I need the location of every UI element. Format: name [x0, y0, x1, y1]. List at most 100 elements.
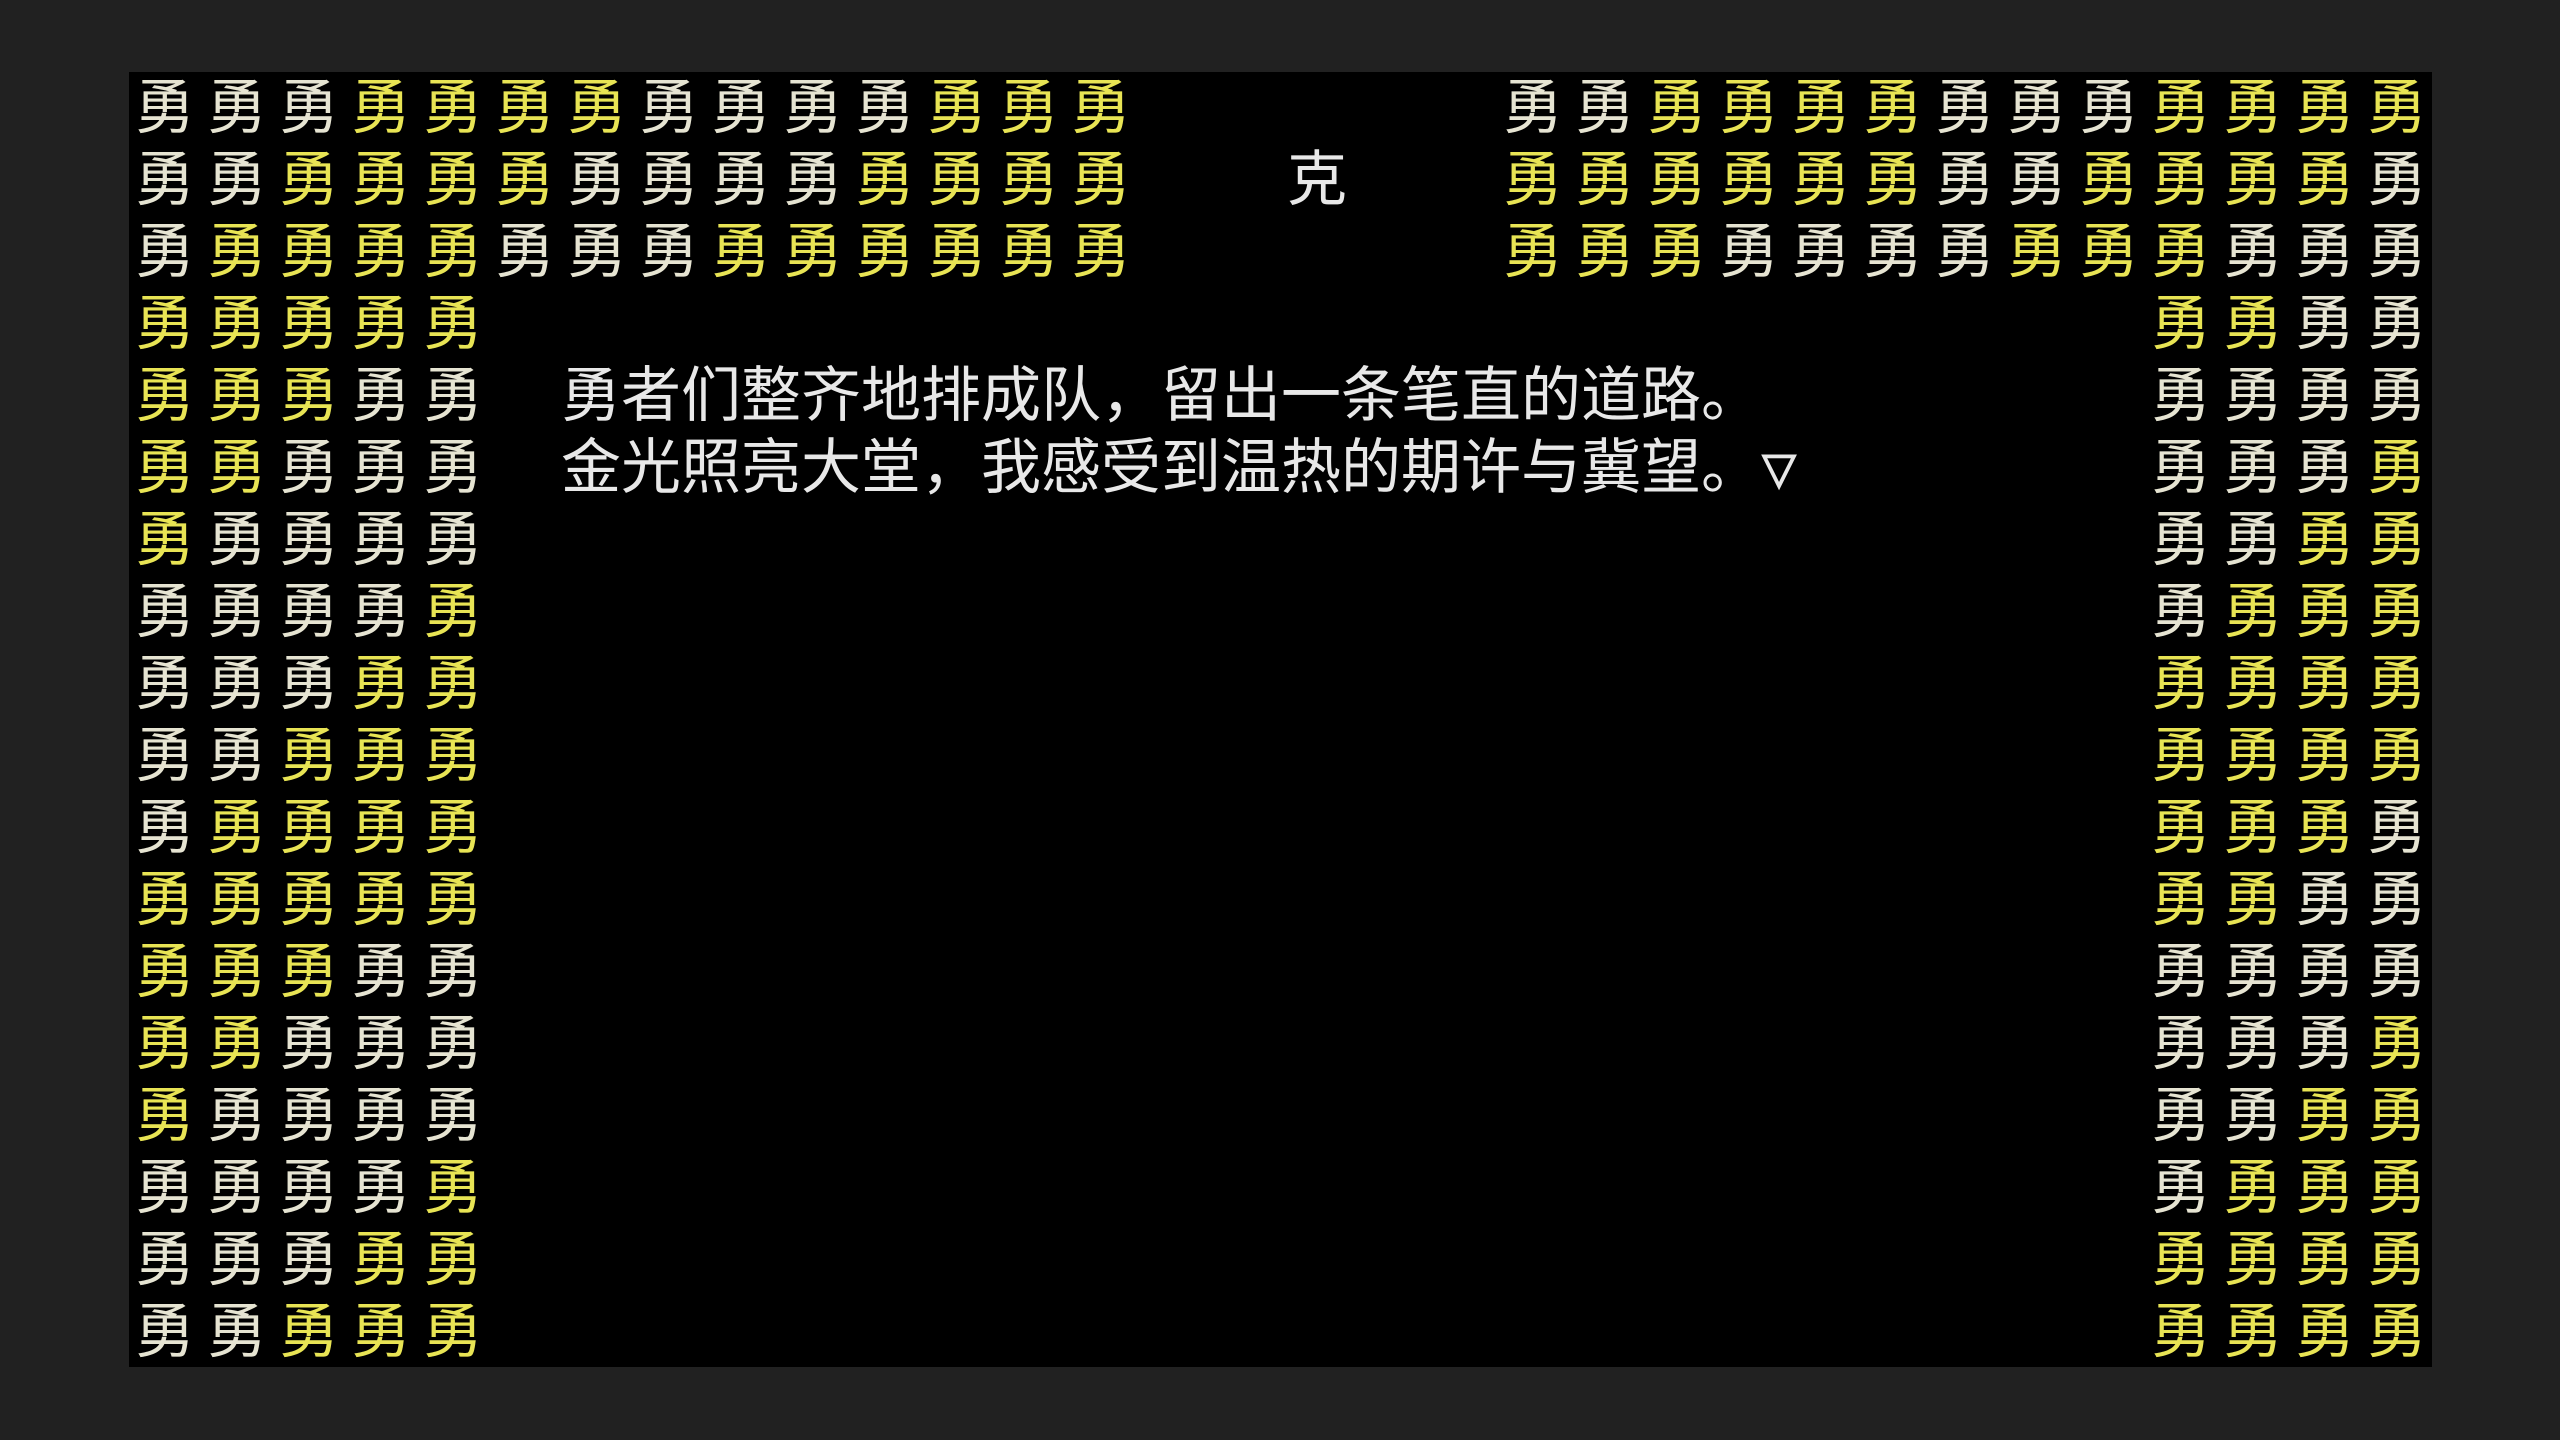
hero-glyph: 勇 [351, 289, 411, 359]
hero-glyph: 勇 [1647, 73, 1707, 143]
hero-glyph: 勇 [279, 1081, 339, 1151]
hero-glyph: 勇 [207, 505, 267, 575]
hero-glyph: 勇 [351, 649, 411, 719]
hero-glyph: 勇 [2151, 361, 2211, 431]
hero-glyph: 勇 [423, 1081, 483, 1151]
hero-glyph: 勇 [423, 721, 483, 791]
hero-glyph: 勇 [2367, 577, 2427, 647]
hero-glyph: 勇 [423, 1297, 483, 1367]
hero-glyph: 勇 [351, 1081, 411, 1151]
hero-glyph: 勇 [2295, 145, 2355, 215]
hero-glyph: 勇 [2223, 793, 2283, 863]
hero-glyph: 勇 [135, 73, 195, 143]
hero-glyph: 勇 [207, 217, 267, 287]
hero-glyph: 勇 [207, 1297, 267, 1367]
hero-glyph: 勇 [279, 505, 339, 575]
hero-glyph: 勇 [207, 649, 267, 719]
hero-glyph: 勇 [2223, 289, 2283, 359]
hero-glyph: 勇 [279, 577, 339, 647]
hero-glyph: 勇 [423, 505, 483, 575]
hero-glyph: 勇 [783, 217, 843, 287]
hero-glyph: 勇 [135, 793, 195, 863]
hero-glyph: 勇 [567, 217, 627, 287]
hero-glyph: 勇 [927, 73, 987, 143]
hero-glyph: 勇 [711, 217, 771, 287]
hero-glyph: 勇 [2295, 217, 2355, 287]
hero-glyph: 勇 [2295, 793, 2355, 863]
hero-glyph: 勇 [135, 1153, 195, 1223]
hero-glyph: 勇 [1719, 217, 1779, 287]
hero-glyph: 勇 [423, 937, 483, 1007]
hero-glyph: 勇 [2295, 433, 2355, 503]
hero-glyph: 勇 [135, 721, 195, 791]
hero-glyph: 勇 [2151, 721, 2211, 791]
hero-glyph: 勇 [1503, 145, 1563, 215]
hero-glyph: 勇 [1503, 217, 1563, 287]
hero-glyph: 勇 [2367, 1081, 2427, 1151]
hero-glyph: 勇 [351, 505, 411, 575]
hero-glyph: 勇 [2007, 217, 2067, 287]
hero-glyph: 勇 [135, 1297, 195, 1367]
hero-glyph: 勇 [2223, 73, 2283, 143]
hero-glyph: 勇 [2151, 937, 2211, 1007]
hero-glyph: 勇 [351, 721, 411, 791]
hero-glyph: 勇 [423, 73, 483, 143]
hero-glyph: 勇 [2367, 865, 2427, 935]
hero-glyph: 勇 [351, 577, 411, 647]
hero-glyph: 勇 [423, 217, 483, 287]
hero-glyph: 勇 [207, 145, 267, 215]
hero-glyph: 勇 [855, 145, 915, 215]
hero-glyph: 勇 [351, 865, 411, 935]
hero-glyph: 勇 [351, 361, 411, 431]
hero-glyph: 勇 [423, 793, 483, 863]
hero-glyph: 勇 [2295, 505, 2355, 575]
hero-glyph: 勇 [2223, 505, 2283, 575]
hero-glyph: 勇 [567, 73, 627, 143]
hero-glyph: 勇 [2151, 649, 2211, 719]
hero-glyph: 勇 [2367, 1297, 2427, 1367]
hero-glyph: 勇 [279, 73, 339, 143]
hero-glyph: 勇 [135, 433, 195, 503]
hero-glyph: 勇 [711, 145, 771, 215]
hero-glyph: 勇 [423, 865, 483, 935]
hero-glyph: 勇 [1575, 73, 1635, 143]
hero-glyph: 勇 [207, 721, 267, 791]
hero-glyph: 勇 [135, 865, 195, 935]
hero-glyph: 勇 [1503, 73, 1563, 143]
hero-glyph: 勇 [2151, 1225, 2211, 1295]
hero-glyph: 勇 [1575, 145, 1635, 215]
hero-glyph: 勇 [1791, 217, 1851, 287]
hero-glyph: 勇 [639, 145, 699, 215]
hero-glyph: 勇 [351, 217, 411, 287]
hero-glyph: 勇 [351, 793, 411, 863]
hero-glyph: 勇 [2295, 937, 2355, 1007]
hero-glyph: 勇 [999, 217, 1059, 287]
hero-glyph: 勇 [2223, 217, 2283, 287]
hero-glyph: 勇 [2295, 721, 2355, 791]
hero-glyph: 勇 [423, 1009, 483, 1079]
hero-glyph: 勇 [2223, 1009, 2283, 1079]
hero-glyph: 勇 [2223, 361, 2283, 431]
hero-glyph: 勇 [2151, 433, 2211, 503]
hero-glyph: 勇 [567, 145, 627, 215]
hero-glyph: 勇 [279, 865, 339, 935]
hero-glyph: 勇 [2223, 1225, 2283, 1295]
hero-glyph: 勇 [2295, 1225, 2355, 1295]
hero-glyph: 勇 [1647, 145, 1707, 215]
hero-glyph: 勇 [639, 73, 699, 143]
hero-glyph: 勇 [2223, 145, 2283, 215]
hero-glyph: 勇 [207, 1009, 267, 1079]
hero-glyph: 勇 [2151, 505, 2211, 575]
hero-glyph: 勇 [2223, 577, 2283, 647]
hero-glyph: 勇 [351, 1297, 411, 1367]
hero-glyph: 勇 [423, 1225, 483, 1295]
hero-glyph: 勇 [207, 865, 267, 935]
hero-glyph: 勇 [2367, 145, 2427, 215]
hero-glyph: 勇 [2223, 1081, 2283, 1151]
hero-glyph: 勇 [2079, 217, 2139, 287]
hero-glyph: 勇 [207, 1081, 267, 1151]
hero-glyph: 勇 [1791, 145, 1851, 215]
hero-glyph: 勇 [279, 1009, 339, 1079]
hero-glyph: 勇 [1935, 217, 1995, 287]
hero-glyph: 勇 [2367, 1153, 2427, 1223]
